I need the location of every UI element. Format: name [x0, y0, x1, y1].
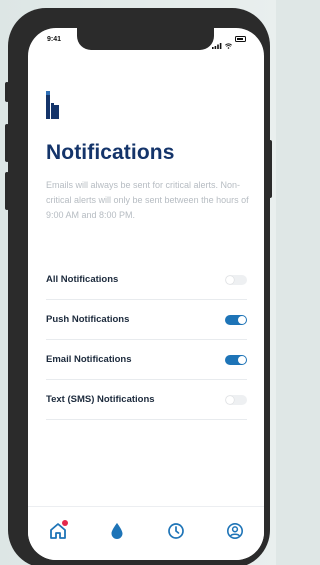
- setting-label: Text (SMS) Notifications: [46, 394, 155, 405]
- notch: [77, 28, 214, 50]
- tab-profile[interactable]: [225, 521, 245, 541]
- brand-logo: [46, 91, 60, 119]
- tab-history[interactable]: [166, 521, 186, 541]
- toggle-knob: [226, 395, 234, 404]
- setting-row-email-notifications: Email Notifications: [46, 340, 247, 380]
- home-notification-badge: [61, 520, 68, 526]
- toggle-knob: [238, 315, 246, 324]
- email-notifications-toggle[interactable]: [225, 354, 247, 365]
- status-icons: [212, 36, 246, 49]
- setting-label: Push Notifications: [46, 314, 130, 325]
- page-title: Notifications: [46, 141, 175, 164]
- setting-label: All Notifications: [46, 274, 119, 285]
- sms-notifications-toggle[interactable]: [225, 394, 247, 405]
- all-notifications-toggle[interactable]: [225, 274, 247, 285]
- battery-icon: [235, 36, 246, 42]
- phone-frame: 9:41 Notifications Emails will always be…: [8, 8, 270, 565]
- device-mockup: 9:41 Notifications Emails will always be…: [0, 0, 276, 565]
- clock-icon: [167, 523, 184, 539]
- setting-row-push-notifications: Push Notifications: [46, 300, 247, 340]
- water-drop-icon: [111, 523, 122, 539]
- cellular-signal-icon: [212, 36, 222, 49]
- setting-row-all-notifications: All Notifications: [46, 260, 247, 300]
- notification-settings-list: All Notifications Push Notifications Ema…: [46, 260, 247, 420]
- status-time: 9:41: [47, 36, 62, 43]
- setting-label: Email Notifications: [46, 354, 132, 365]
- page-description: Emails will always be sent for critical …: [46, 180, 249, 220]
- app-screen: 9:41 Notifications Emails will always be…: [28, 28, 264, 560]
- tab-water[interactable]: [107, 521, 127, 541]
- tab-home[interactable]: [48, 520, 68, 541]
- setting-row-sms-notifications: Text (SMS) Notifications: [46, 380, 247, 420]
- wifi-icon: [224, 36, 233, 49]
- toggle-knob: [226, 275, 234, 284]
- profile-icon: [226, 523, 243, 539]
- toggle-knob: [238, 355, 246, 364]
- bottom-tab-bar: [28, 506, 264, 560]
- push-notifications-toggle[interactable]: [225, 314, 247, 325]
